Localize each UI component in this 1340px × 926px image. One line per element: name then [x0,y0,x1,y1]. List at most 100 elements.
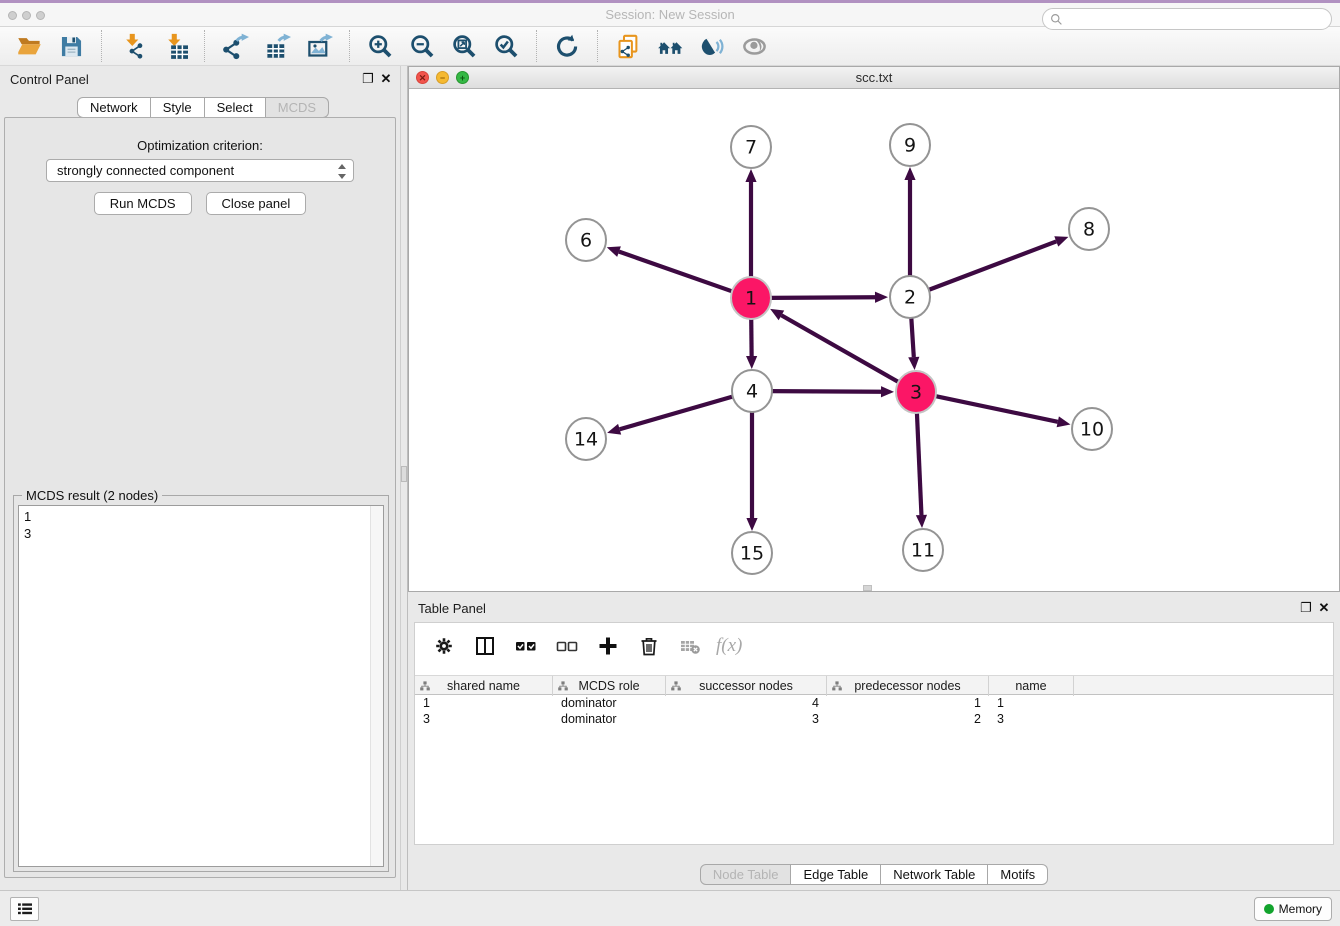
column-header-shared-name[interactable]: shared name [415,676,553,696]
save-session-icon [58,33,85,60]
control-panel-float-icon[interactable]: ❐ [360,71,376,87]
tab-network[interactable]: Network [77,97,151,118]
export-network-button[interactable] [219,30,251,62]
graph-node-14[interactable]: 14 [566,418,606,460]
cyndex-browser-button[interactable] [654,30,686,62]
add-row-icon [597,635,619,657]
zoom-selected-button[interactable] [490,30,522,62]
graph-edge-1-7[interactable] [745,169,756,279]
result-scrollbar[interactable] [370,506,383,866]
graph-edge-3-11[interactable] [916,411,927,528]
graph-edge-3-1[interactable] [770,309,899,383]
search-input[interactable] [1067,10,1325,28]
graph-edge-2-3[interactable] [908,316,919,370]
node-label: 7 [745,137,757,159]
columns-button[interactable] [470,631,500,661]
table-cell: 1 [415,695,553,711]
graph-node-10[interactable]: 10 [1072,408,1112,450]
criterion-select[interactable]: strongly connected component [46,159,354,182]
table-panel-float-icon[interactable]: ❐ [1298,600,1314,616]
mcds-result-text[interactable]: 13 [18,505,384,867]
table-panel-close-icon[interactable]: ✕ [1316,600,1332,616]
graph-node-2[interactable]: 2 [890,276,930,318]
network-scroll-knob[interactable] [863,585,872,591]
table-settings-button[interactable] [429,631,459,661]
graph-edge-4-15[interactable] [746,410,757,531]
table-content-box: f(x) shared nameMCDS rolesuccessor nodes… [414,622,1334,845]
graph-node-3[interactable]: 3 [896,371,936,413]
graph-node-4[interactable]: 4 [732,370,772,412]
zoom-fit-button[interactable] [448,30,480,62]
graph-node-7[interactable]: 7 [731,126,771,168]
tab-network-table[interactable]: Network Table [881,864,988,885]
select-none-button[interactable] [552,631,582,661]
show-panel-button[interactable] [738,30,770,62]
clone-network-icon [615,33,642,60]
import-table-button[interactable] [158,30,190,62]
toolbar-separator [204,30,205,62]
import-network-button[interactable] [116,30,148,62]
panel-splitter[interactable] [400,66,408,890]
graph-edge-4-14[interactable] [607,396,734,434]
export-table-button[interactable] [261,30,293,62]
graph-edge-4-3[interactable] [771,386,894,397]
graph-node-11[interactable]: 11 [903,529,943,571]
select-all-button[interactable] [511,631,541,661]
run-mcds-button[interactable]: Run MCDS [94,192,192,215]
zoom-out-button[interactable] [406,30,438,62]
graph-edge-2-8[interactable] [928,236,1069,290]
graph-node-8[interactable]: 8 [1069,208,1109,250]
clone-network-button[interactable] [612,30,644,62]
column-header-predecessor-nodes[interactable]: predecessor nodes [827,676,989,696]
control-panel-close-icon[interactable]: ✕ [378,71,394,87]
column-header-name[interactable]: name [989,676,1074,696]
graph-edge-1-2[interactable] [770,292,888,303]
memory-label: Memory [1279,902,1322,916]
table-row[interactable]: 1dominator411 [415,695,1333,711]
delete-row-button[interactable] [634,631,664,661]
tab-node-table[interactable]: Node Table [700,864,792,885]
graph-node-1[interactable]: 1 [731,277,771,319]
toolbar-separator [349,30,350,62]
graph-edge-1-6[interactable] [607,246,733,291]
tab-motifs[interactable]: Motifs [988,864,1048,885]
delete-table-button[interactable] [675,631,705,661]
task-history-button[interactable] [10,897,39,921]
column-sort-icon [671,681,681,691]
open-session-button[interactable] [13,30,45,62]
node-label: 1 [745,288,757,310]
refresh-button[interactable] [551,30,583,62]
select-none-icon [556,635,578,657]
splitter-knob[interactable] [401,466,407,482]
zoom-in-icon [367,33,394,60]
graph-node-15[interactable]: 15 [732,532,772,574]
column-header-MCDS-role[interactable]: MCDS role [553,676,666,696]
column-header-successor-nodes[interactable]: successor nodes [666,676,827,696]
function-builder-button[interactable]: f(x) [716,635,742,657]
tab-edge-table[interactable]: Edge Table [791,864,881,885]
zoom-in-button[interactable] [364,30,396,62]
hide-panel-button[interactable] [696,30,728,62]
export-image-button[interactable] [303,30,335,62]
tab-style[interactable]: Style [151,97,205,118]
network-window: ✕ − + scc.txt 7968124314101511 [408,66,1340,592]
memory-status-icon [1264,904,1274,914]
network-canvas[interactable]: 7 9 6 8 1 2 4 3 14 10 15 11 [409,89,1339,591]
table-cell: 3 [666,711,827,727]
add-row-button[interactable] [593,631,623,661]
graph-edge-2-9[interactable] [904,167,915,278]
table-cell: 1 [827,695,989,711]
graph-node-6[interactable]: 6 [566,219,606,261]
graph-edge-1-4[interactable] [746,317,757,369]
save-session-button[interactable] [55,30,87,62]
search-box[interactable] [1042,8,1332,30]
memory-button[interactable]: Memory [1254,897,1332,921]
tab-mcds[interactable]: MCDS [266,97,329,118]
cyndex-browser-icon [657,33,684,60]
application-window: Session: New Session Control Panel ❐ ✕ N… [0,0,1340,926]
close-panel-button[interactable]: Close panel [206,192,307,215]
graph-edge-3-10[interactable] [935,396,1071,427]
tab-select[interactable]: Select [205,97,266,118]
table-row[interactable]: 3dominator323 [415,711,1333,727]
graph-node-9[interactable]: 9 [890,124,930,166]
